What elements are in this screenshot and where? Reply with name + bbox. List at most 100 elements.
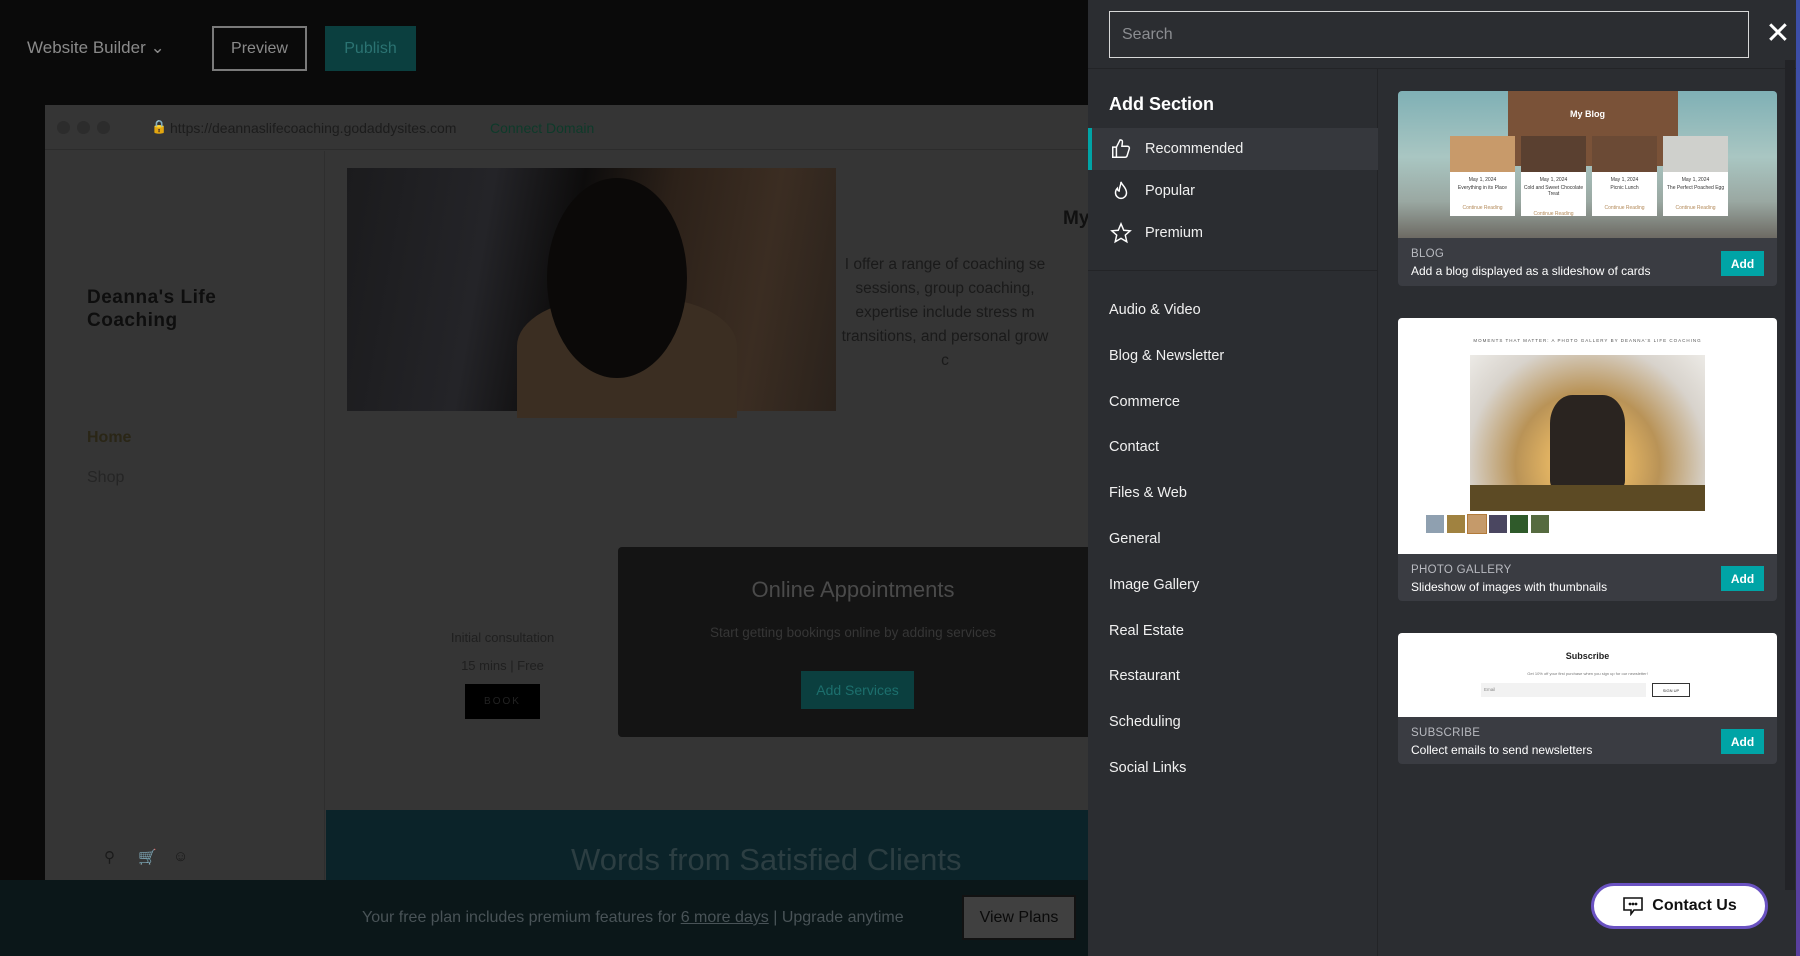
filter-label: Popular — [1145, 183, 1195, 199]
search-icon[interactable]: ⚲ — [104, 848, 115, 866]
upgrade-text: Upgrade anytime — [781, 909, 904, 926]
paragraph-line: I offer a range of coaching se — [844, 256, 1046, 273]
post-link: Continue Reading — [1462, 205, 1503, 211]
thumbs-up-icon — [1112, 139, 1131, 158]
post-date: May 1, 2024 — [1610, 177, 1639, 183]
subscribe-preview-title: Subscribe — [1565, 651, 1610, 661]
add-services-button[interactable]: Add Services — [801, 671, 914, 709]
site-sidebar: Deanna's Life Coaching Home Shop ⚲ 🛒 ☺ — [45, 151, 325, 880]
flame-icon — [1114, 181, 1128, 199]
contact-us-button[interactable]: Contact Us — [1591, 883, 1768, 929]
window-edge — [1796, 0, 1800, 956]
post-photo — [1663, 136, 1728, 172]
testimonials-heading: Words from Satisfied Clients — [571, 842, 962, 877]
post-link: Continue Reading — [1604, 205, 1645, 211]
contact-us-label: Contact Us — [1652, 897, 1737, 914]
gallery-main-photo — [1470, 355, 1705, 511]
blog-preview-post: May 1, 2024 The Perfect Poached Egg Contin… — [1663, 136, 1728, 216]
post-title: The Perfect Poached Egg — [1666, 185, 1725, 191]
connect-domain-link[interactable]: Connect Domain — [490, 120, 594, 136]
category-scheduling[interactable]: Scheduling — [1109, 714, 1181, 730]
filter-recommended[interactable]: Recommended — [1088, 128, 1378, 170]
thumbnail — [1467, 514, 1487, 534]
account-icon[interactable]: ☺ — [173, 848, 188, 865]
category-real-estate[interactable]: Real Estate — [1109, 623, 1184, 639]
category-blog-newsletter[interactable]: Blog & Newsletter — [1109, 348, 1224, 364]
category-commerce[interactable]: Commerce — [1109, 394, 1180, 410]
card-category: PHOTO GALLERY — [1411, 564, 1512, 576]
add-section-panel: ✕ Add Section Recommended Popular Premiu… — [1088, 0, 1800, 956]
post-photo — [1592, 136, 1657, 172]
book-button[interactable]: BOOK — [465, 684, 540, 719]
appointments-subtitle: Start getting bookings online by adding … — [710, 625, 996, 640]
filter-popular[interactable]: Popular — [1088, 170, 1378, 212]
gallery-thumbnails — [1426, 514, 1549, 534]
card-category: BLOG — [1411, 248, 1445, 260]
plan-banner-text: Your free plan includes premium features… — [362, 909, 904, 927]
website-builder-menu[interactable]: Website Builder ⌄ — [27, 38, 165, 58]
window-dot — [77, 121, 90, 134]
window-dot — [97, 121, 110, 134]
about-heading: My — [1063, 208, 1088, 229]
thumbnail — [1510, 515, 1528, 533]
about-paragraph: I offer a range of coaching se sessions,… — [745, 253, 1088, 373]
gallery-photo-ground — [1470, 485, 1705, 511]
post-photo — [1450, 136, 1515, 172]
post-date: May 1, 2024 — [1681, 177, 1710, 183]
category-restaurant[interactable]: Restaurant — [1109, 668, 1180, 684]
divider — [1088, 270, 1378, 271]
site-title: Deanna's Life Coaching — [87, 287, 217, 331]
card-category: SUBSCRIBE — [1411, 727, 1481, 739]
post-date: May 1, 2024 — [1539, 177, 1568, 183]
panel-scrollbar[interactable] — [1785, 60, 1795, 890]
search-input[interactable] — [1109, 11, 1749, 58]
thumbnail — [1489, 515, 1507, 533]
chevron-down-icon: ⌄ — [150, 38, 165, 57]
paragraph-line: transitions, and personal grow — [841, 328, 1049, 345]
publish-button[interactable]: Publish — [325, 26, 416, 71]
online-appointments-card: Online Appointments Start getting bookin… — [618, 547, 1088, 737]
blog-preview-post: May 1, 2024 Cold and Sweet Chocolate Trea… — [1521, 136, 1586, 217]
brand-label: Website Builder — [27, 38, 146, 57]
category-general[interactable]: General — [1109, 531, 1161, 547]
filter-label: Recommended — [1145, 141, 1244, 157]
days-left-link[interactable]: 6 more days — [681, 909, 769, 926]
blog-preview-post: May 1, 2024 Picnic Lunch Continue Reading — [1592, 136, 1657, 216]
category-image-gallery[interactable]: Image Gallery — [1109, 577, 1199, 593]
banner-text: Your free plan includes premium features… — [362, 909, 677, 926]
category-social-links[interactable]: Social Links — [1109, 760, 1186, 776]
cart-icon[interactable]: 🛒 — [138, 848, 157, 866]
lock-icon: 🔒 — [151, 119, 168, 134]
category-audio-video[interactable]: Audio & Video — [1109, 302, 1201, 318]
card-description: Add a blog displayed as a slideshow of c… — [1411, 264, 1651, 278]
add-subscribe-button[interactable]: Add — [1721, 729, 1764, 754]
thumbnail — [1531, 515, 1549, 533]
browser-toolbar: 🔒 https://deannaslifecoaching.godaddysit… — [45, 105, 1088, 150]
gallery-preview-image: MOMENTS THAT MATTER: A PHOTO GALLERY BY … — [1398, 318, 1777, 554]
window-dot — [57, 121, 70, 134]
post-title: Cold and Sweet Chocolate Treat — [1523, 185, 1584, 197]
service-meta: 15 mins | Free — [461, 658, 544, 673]
plan-banner: Your free plan includes premium features… — [0, 880, 1088, 956]
view-plans-button[interactable]: View Plans — [962, 895, 1076, 940]
add-photo-gallery-button[interactable]: Add — [1721, 566, 1764, 591]
nav-shop[interactable]: Shop — [87, 469, 124, 487]
subscribe-section-card[interactable]: Subscribe Get 10% off your first purchas… — [1398, 633, 1777, 764]
photo-gallery-section-card[interactable]: MOMENTS THAT MATTER: A PHOTO GALLERY BY … — [1398, 318, 1777, 601]
card-description: Slideshow of images with thumbnails — [1411, 580, 1608, 594]
close-icon[interactable]: ✕ — [1763, 19, 1793, 50]
subscribe-preview-button: SIGN UP — [1652, 683, 1690, 697]
card-description: Collect emails to send newsletters — [1411, 743, 1593, 757]
preview-button[interactable]: Preview — [212, 26, 307, 71]
blog-preview-image: My Blog May 1, 2024 Everything in its Pla… — [1398, 91, 1777, 238]
filter-premium[interactable]: Premium — [1088, 212, 1378, 254]
subscribe-preview-text: Get 10% off your first purchase when you… — [1527, 671, 1648, 676]
nav-home[interactable]: Home — [87, 429, 131, 447]
blog-section-card[interactable]: My Blog May 1, 2024 Everything in its Pla… — [1398, 91, 1777, 286]
subscribe-preview-email: Email — [1481, 683, 1646, 697]
post-title: Everything in its Place — [1457, 185, 1508, 191]
category-contact[interactable]: Contact — [1109, 439, 1159, 455]
add-blog-button[interactable]: Add — [1721, 251, 1764, 276]
category-files-web[interactable]: Files & Web — [1109, 485, 1187, 501]
post-title: Picnic Lunch — [1610, 185, 1639, 191]
